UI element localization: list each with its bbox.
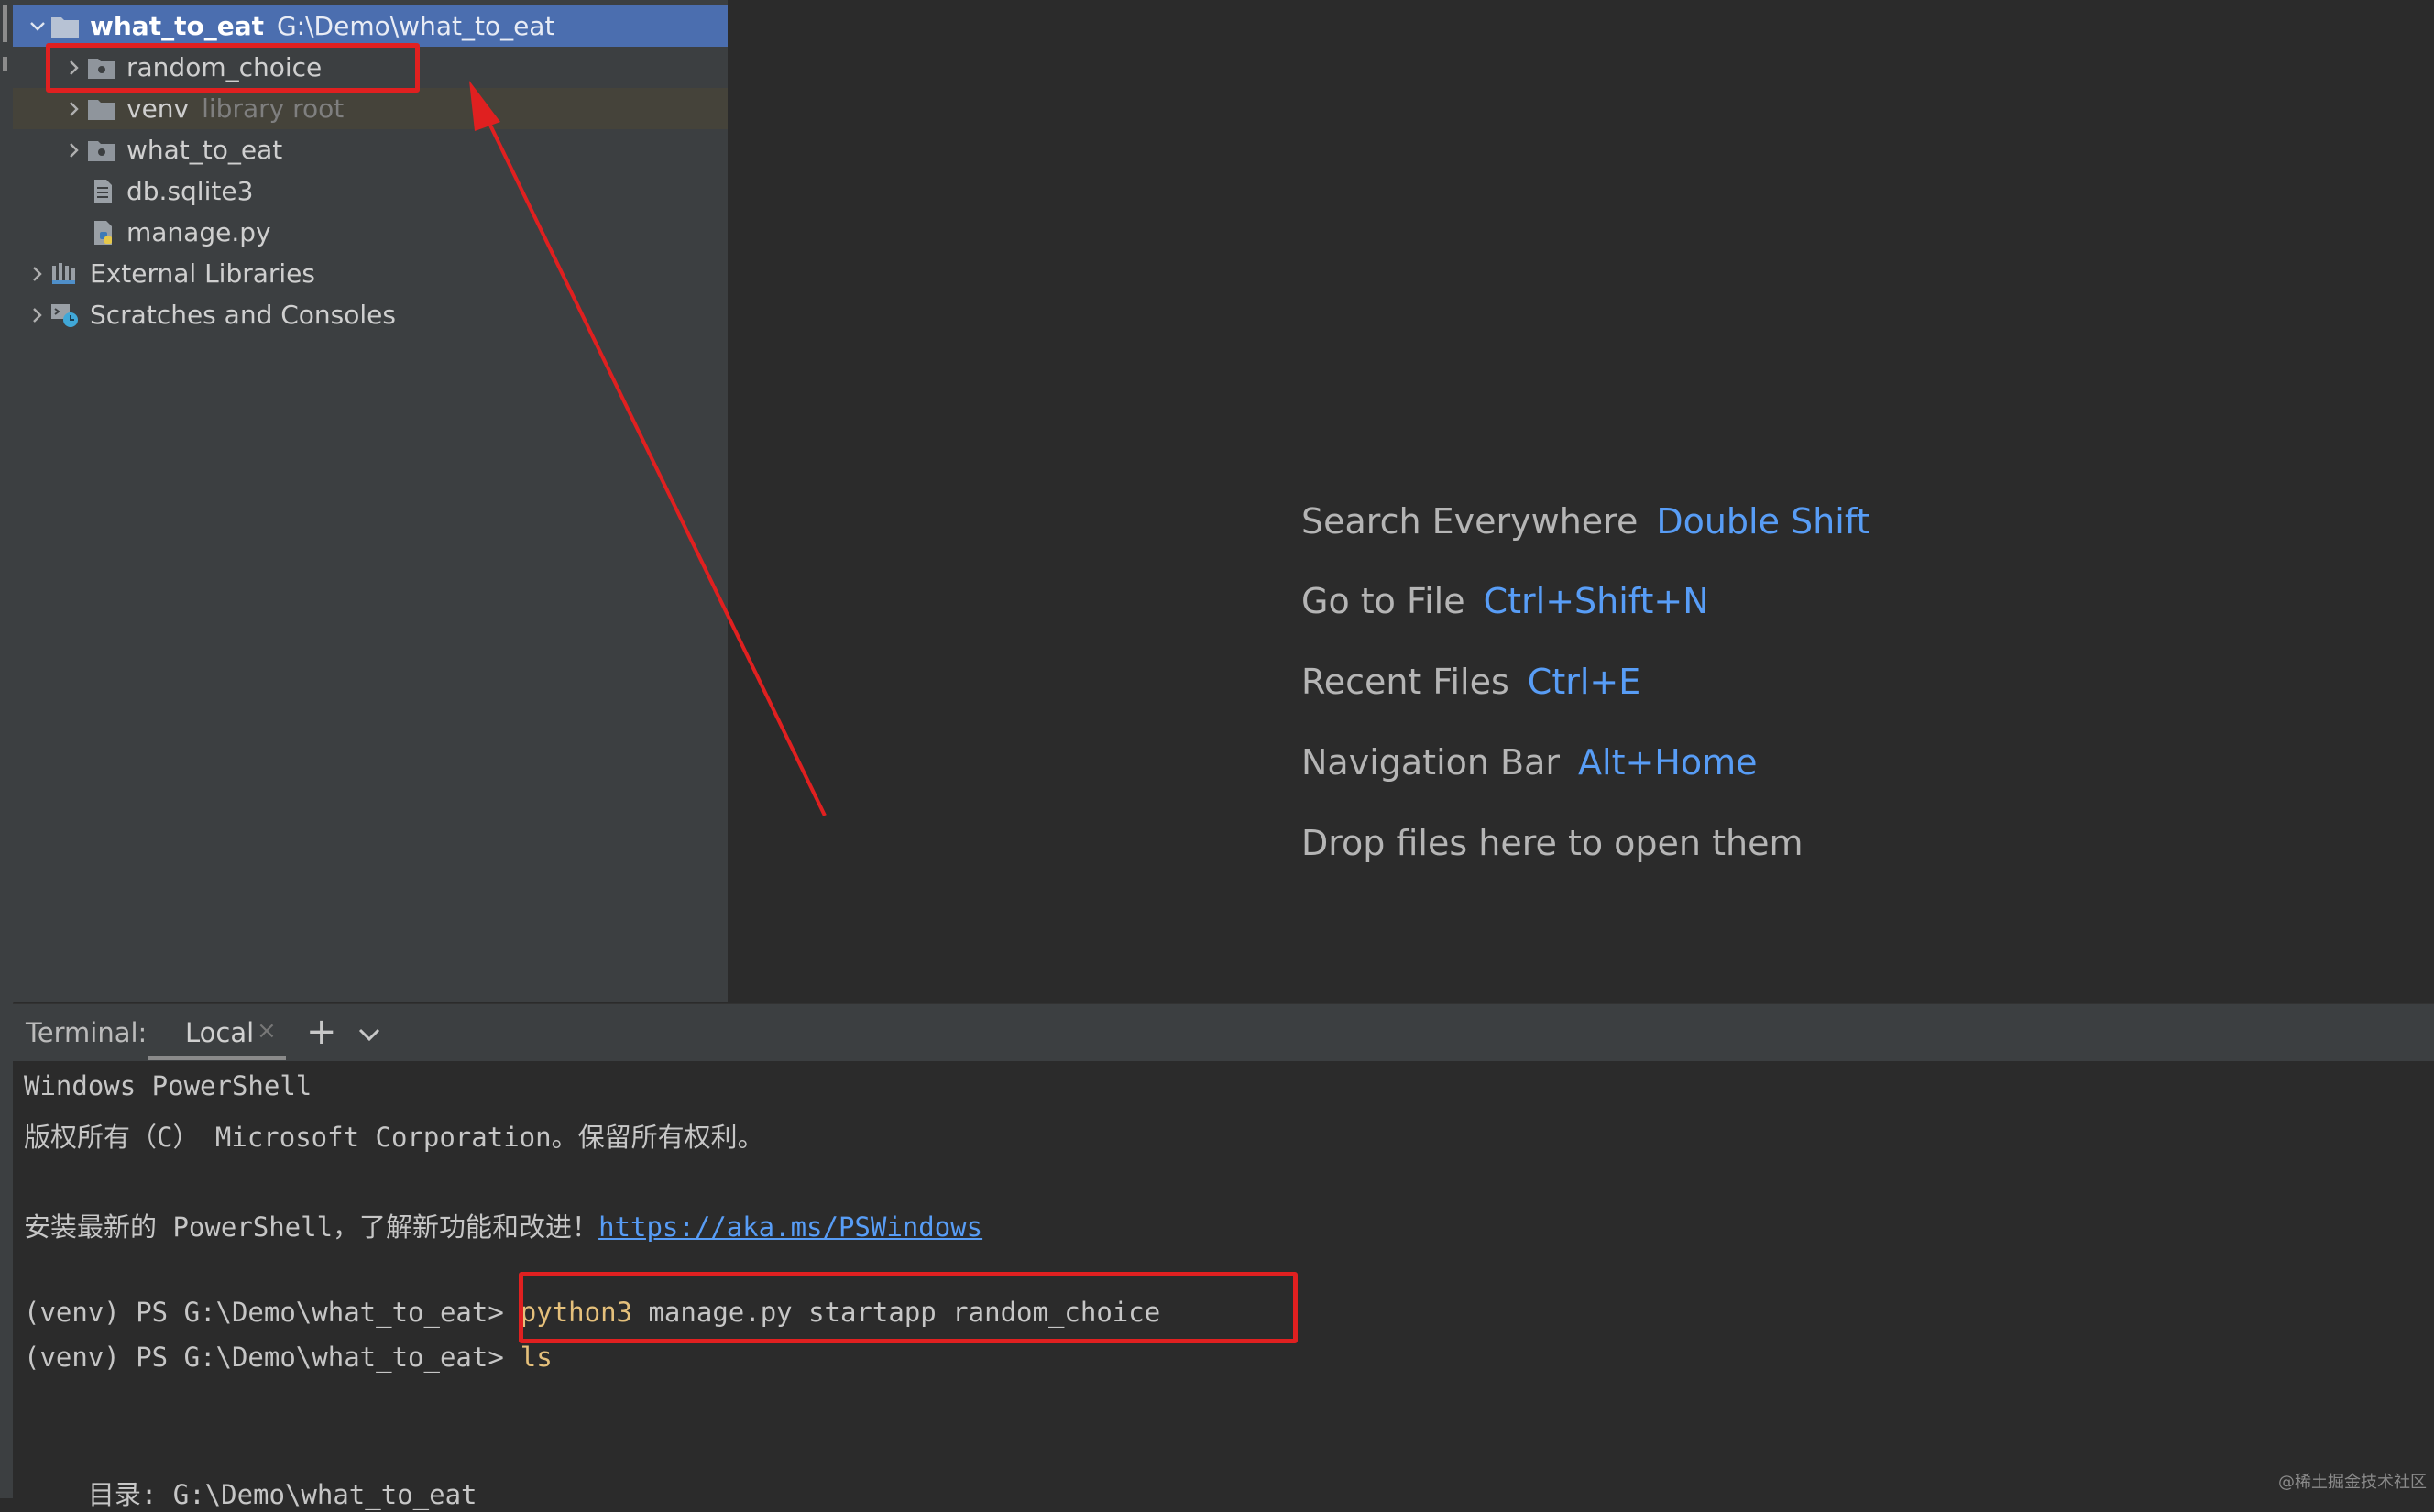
- tree-item-manage-py[interactable]: manage.py: [13, 212, 728, 253]
- package-folder-icon: [86, 137, 117, 164]
- terminal-line: 版权所有（C） Microsoft Corporation。保留所有权利。: [24, 1122, 764, 1153]
- tree-item-label: what_to_eat: [126, 135, 283, 165]
- folder-icon: [86, 95, 117, 123]
- folder-icon: [49, 13, 81, 40]
- terminal-line: (venv) PS G:\Demo\what_to_eat> ls: [24, 1342, 553, 1373]
- tree-item-label: venv: [126, 93, 190, 124]
- project-root-path: G:\Demo\what_to_eat: [276, 11, 555, 41]
- annotation-box-folder: [46, 43, 420, 93]
- hint-label: Recent Files: [1301, 662, 1509, 702]
- chevron-down-icon[interactable]: [356, 1021, 383, 1048]
- chevron-down-icon[interactable]: [26, 15, 49, 38]
- tree-item-root[interactable]: what_to_eat G:\Demo\what_to_eat: [13, 5, 728, 47]
- hint-drop-files: Drop files here to open them: [1301, 823, 1803, 863]
- hint-go-to-file: Go to File Ctrl+Shift+N: [1301, 581, 1709, 621]
- tree-item-venv[interactable]: venv library root: [13, 88, 728, 129]
- database-file-icon: [86, 178, 117, 205]
- terminal-line: 安装最新的 PowerShell，了解新功能和改进！https://aka.ms…: [24, 1206, 982, 1244]
- stripe-tab-marker[interactable]: [3, 57, 7, 71]
- chevron-right-icon[interactable]: [62, 97, 86, 121]
- annotation-box-command: [519, 1272, 1298, 1343]
- hint-shortcut: Ctrl+Shift+N: [1483, 581, 1709, 621]
- library-root-note: library root: [202, 93, 345, 124]
- terminal-line: Windows PowerShell: [24, 1070, 312, 1101]
- project-panel: what_to_eat G:\Demo\what_to_eat random_c…: [13, 0, 729, 1002]
- tree-item-label: manage.py: [126, 217, 271, 247]
- tree-item-scratches[interactable]: Scratches and Consoles: [13, 294, 728, 335]
- terminal-header: Terminal: Local × +: [13, 1003, 2434, 1062]
- chevron-right-icon[interactable]: [26, 262, 49, 286]
- tree-item-label: db.sqlite3: [126, 176, 254, 206]
- libraries-icon: [49, 260, 81, 288]
- hint-shortcut: Double Shift: [1656, 501, 1870, 542]
- hint-label: Search Everywhere: [1301, 501, 1639, 542]
- hint-shortcut: Alt+Home: [1578, 742, 1758, 783]
- python-file-icon: [86, 219, 117, 247]
- tab-label: Local: [185, 1017, 255, 1048]
- stripe-tab-marker[interactable]: [3, 5, 7, 42]
- command-keyword: ls: [520, 1342, 553, 1373]
- hint-label: Drop files here to open them: [1301, 823, 1804, 863]
- powershell-link[interactable]: https://aka.ms/PSWindows: [598, 1211, 982, 1243]
- scratches-icon: [49, 301, 81, 329]
- tree-item-what-to-eat[interactable]: what_to_eat: [13, 129, 728, 170]
- tree-item-db-sqlite3[interactable]: db.sqlite3: [13, 170, 728, 212]
- terminal-prompt: (venv) PS G:\Demo\what_to_eat>: [24, 1342, 504, 1373]
- hint-recent-files: Recent Files Ctrl+E: [1301, 662, 1640, 702]
- tree-item-label: Scratches and Consoles: [90, 300, 396, 330]
- watermark: @稀土掘金技术社区: [2278, 1473, 2427, 1492]
- terminal-title: Terminal:: [26, 1017, 148, 1048]
- hint-shortcut: Ctrl+E: [1527, 662, 1641, 702]
- terminal-prompt: (venv) PS G:\Demo\what_to_eat>: [24, 1297, 504, 1328]
- hint-label: Navigation Bar: [1301, 742, 1561, 783]
- terminal-line: 目录: G:\Demo\what_to_eat: [24, 1479, 477, 1510]
- project-root-name: what_to_eat: [90, 11, 264, 41]
- tree-item-label: External Libraries: [90, 258, 315, 289]
- add-tab-button[interactable]: +: [306, 1012, 337, 1052]
- hint-navigation-bar: Navigation Bar Alt+Home: [1301, 742, 1758, 783]
- left-tool-stripe: [0, 0, 14, 1498]
- tab-local[interactable]: Local ×: [148, 1004, 286, 1061]
- chevron-right-icon[interactable]: [62, 138, 86, 162]
- active-tab-indicator: [148, 1056, 286, 1060]
- close-icon[interactable]: ×: [257, 1017, 277, 1045]
- hint-search-everywhere: Search Everywhere Double Shift: [1301, 501, 1869, 542]
- terminal-text: 安装最新的 PowerShell，了解新功能和改进！: [24, 1211, 599, 1243]
- chevron-right-icon[interactable]: [26, 303, 49, 327]
- tree-item-external-libraries[interactable]: External Libraries: [13, 253, 728, 294]
- hint-label: Go to File: [1301, 581, 1465, 621]
